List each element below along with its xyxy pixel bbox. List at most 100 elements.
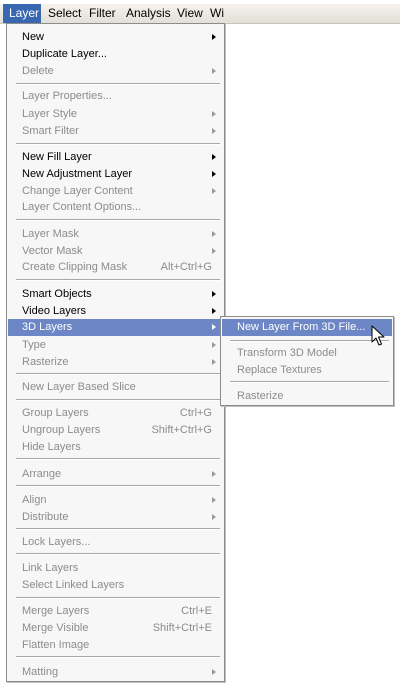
menu-item-layer-properties[interactable]: Layer Properties... bbox=[8, 88, 223, 105]
menu-separator bbox=[230, 340, 389, 342]
shortcut-label: Alt+Ctrl+G bbox=[160, 261, 212, 273]
submenu-arrow-icon bbox=[212, 514, 216, 520]
menu-item-label: New Layer From 3D File... bbox=[237, 321, 366, 333]
menu-item-label: New Layer Based Slice bbox=[22, 381, 136, 393]
menu-layer[interactable]: Layer bbox=[3, 4, 41, 23]
menu-item-merge-visible[interactable]: Merge Visible Shift+Ctrl+E bbox=[8, 620, 223, 637]
menu-item-new-adjustment-layer[interactable]: New Adjustment Layer bbox=[8, 166, 223, 183]
menu-item-label: Select Linked Layers bbox=[22, 579, 125, 591]
menu-item-label: Duplicate Layer... bbox=[22, 48, 107, 60]
menu-item-layer-mask[interactable]: Layer Mask bbox=[8, 226, 223, 243]
menu-separator bbox=[16, 83, 220, 85]
submenu-arrow-icon bbox=[212, 154, 216, 160]
menu-item-replace-textures[interactable]: Replace Textures bbox=[222, 362, 392, 379]
menu-item-arrange[interactable]: Arrange bbox=[8, 466, 223, 483]
menu-separator bbox=[16, 143, 220, 145]
menu-item-change-layer-content[interactable]: Change Layer Content bbox=[8, 183, 223, 200]
3d-layers-submenu: New Layer From 3D File... Transform 3D M… bbox=[220, 316, 394, 406]
submenu-arrow-icon bbox=[212, 188, 216, 194]
menu-item-layer-style[interactable]: Layer Style bbox=[8, 106, 223, 123]
menu-item-label: New Fill Layer bbox=[22, 151, 92, 163]
menu-item-label: 3D Layers bbox=[22, 321, 73, 333]
menu-item-ungroup-layers[interactable]: Ungroup Layers Shift+Ctrl+G bbox=[8, 422, 223, 439]
menu-item-vector-mask[interactable]: Vector Mask bbox=[8, 243, 223, 260]
menu-item-create-clipping-mask[interactable]: Create Clipping Mask Alt+Ctrl+G bbox=[8, 259, 223, 276]
menu-item-label: Video Layers bbox=[22, 305, 87, 317]
submenu-arrow-icon bbox=[212, 68, 216, 74]
menu-item-type[interactable]: Type bbox=[8, 337, 223, 354]
menu-item-label: Ungroup Layers bbox=[22, 424, 101, 436]
layer-menu: New Duplicate Layer... Delete Layer Prop… bbox=[6, 23, 225, 682]
menu-item-label: Merge Visible bbox=[22, 622, 89, 634]
menu-separator bbox=[16, 458, 220, 460]
shortcut-label: Shift+Ctrl+G bbox=[151, 424, 212, 436]
menu-item-label: Link Layers bbox=[22, 562, 79, 574]
menu-item-3d-rasterize[interactable]: Rasterize bbox=[222, 388, 392, 405]
submenu-arrow-icon bbox=[212, 128, 216, 134]
menu-item-label: Layer Properties... bbox=[22, 90, 112, 102]
menu-item-label: Merge Layers bbox=[22, 605, 90, 617]
menu-item-label: Create Clipping Mask bbox=[22, 261, 128, 273]
menu-item-lock-layers[interactable]: Lock Layers... bbox=[8, 534, 223, 551]
menu-item-label: Rasterize bbox=[237, 390, 284, 402]
menu-item-label: Type bbox=[22, 339, 46, 351]
submenu-arrow-icon bbox=[212, 34, 216, 40]
menu-item-label: Arrange bbox=[22, 468, 62, 480]
menu-item-hide-layers[interactable]: Hide Layers bbox=[8, 439, 223, 456]
menu-item-video-layers[interactable]: Video Layers bbox=[8, 303, 223, 320]
menu-select[interactable]: Select bbox=[48, 4, 81, 23]
submenu-arrow-icon bbox=[212, 359, 216, 365]
menu-item-label: Transform 3D Model bbox=[237, 347, 337, 359]
menu-item-duplicate-layer[interactable]: Duplicate Layer... bbox=[8, 46, 223, 63]
menu-item-label: Flatten Image bbox=[22, 639, 90, 651]
menu-separator bbox=[16, 373, 220, 375]
submenu-arrow-icon bbox=[212, 669, 216, 675]
submenu-arrow-icon bbox=[212, 291, 216, 297]
menu-item-label: Layer Content Options... bbox=[22, 201, 142, 213]
menu-item-merge-layers[interactable]: Merge Layers Ctrl+E bbox=[8, 603, 223, 620]
submenu-arrow-icon bbox=[212, 171, 216, 177]
menu-item-transform-3d-model[interactable]: Transform 3D Model bbox=[222, 345, 392, 362]
menu-item-group-layers[interactable]: Group Layers Ctrl+G bbox=[8, 405, 223, 422]
menu-window[interactable]: Wi bbox=[210, 4, 224, 23]
submenu-arrow-icon bbox=[212, 497, 216, 503]
menu-separator bbox=[16, 528, 220, 530]
menu-item-smart-filter[interactable]: Smart Filter bbox=[8, 123, 223, 140]
menu-item-new-layer-from-3d-file[interactable]: New Layer From 3D File... bbox=[222, 319, 392, 336]
menu-bar: Layer Select Filter Analysis View Wi bbox=[0, 4, 400, 24]
menu-item-rasterize[interactable]: Rasterize bbox=[8, 354, 223, 371]
menu-separator bbox=[16, 399, 220, 401]
submenu-arrow-icon bbox=[212, 248, 216, 254]
menu-item-layer-content-options[interactable]: Layer Content Options... bbox=[8, 199, 223, 216]
menu-item-label: Smart Filter bbox=[22, 125, 79, 137]
menu-item-new[interactable]: New bbox=[8, 29, 223, 46]
menu-separator bbox=[16, 279, 220, 281]
shortcut-label: Ctrl+G bbox=[179, 407, 212, 419]
menu-separator bbox=[16, 656, 220, 658]
menu-item-link-layers[interactable]: Link Layers bbox=[8, 560, 223, 577]
menu-separator bbox=[16, 219, 220, 221]
menu-item-label: Replace Textures bbox=[237, 364, 322, 376]
submenu-arrow-icon bbox=[212, 308, 216, 314]
menu-filter[interactable]: Filter bbox=[89, 4, 116, 23]
menu-view[interactable]: View bbox=[177, 4, 203, 23]
menu-item-3d-layers[interactable]: 3D Layers bbox=[8, 319, 223, 336]
menu-item-delete[interactable]: Delete bbox=[8, 63, 223, 80]
menu-item-select-linked-layers[interactable]: Select Linked Layers bbox=[8, 577, 223, 594]
menu-item-label: Lock Layers... bbox=[22, 536, 91, 548]
menu-analysis[interactable]: Analysis bbox=[126, 4, 171, 23]
shortcut-label: Ctrl+E bbox=[181, 605, 212, 617]
menu-item-smart-objects[interactable]: Smart Objects bbox=[8, 286, 223, 303]
menu-item-new-layer-based-slice[interactable]: New Layer Based Slice bbox=[8, 379, 223, 396]
menu-item-label: Rasterize bbox=[22, 356, 69, 368]
menu-separator bbox=[16, 553, 220, 555]
menu-item-label: Vector Mask bbox=[22, 245, 83, 257]
menu-item-align[interactable]: Align bbox=[8, 492, 223, 509]
menu-item-new-fill-layer[interactable]: New Fill Layer bbox=[8, 149, 223, 166]
shortcut-label: Shift+Ctrl+E bbox=[152, 622, 212, 634]
menu-item-matting[interactable]: Matting bbox=[8, 664, 223, 681]
menu-item-flatten-image[interactable]: Flatten Image bbox=[8, 637, 223, 654]
menu-item-distribute[interactable]: Distribute bbox=[8, 509, 223, 526]
submenu-arrow-icon bbox=[212, 324, 216, 330]
menu-item-label: Distribute bbox=[22, 511, 69, 523]
